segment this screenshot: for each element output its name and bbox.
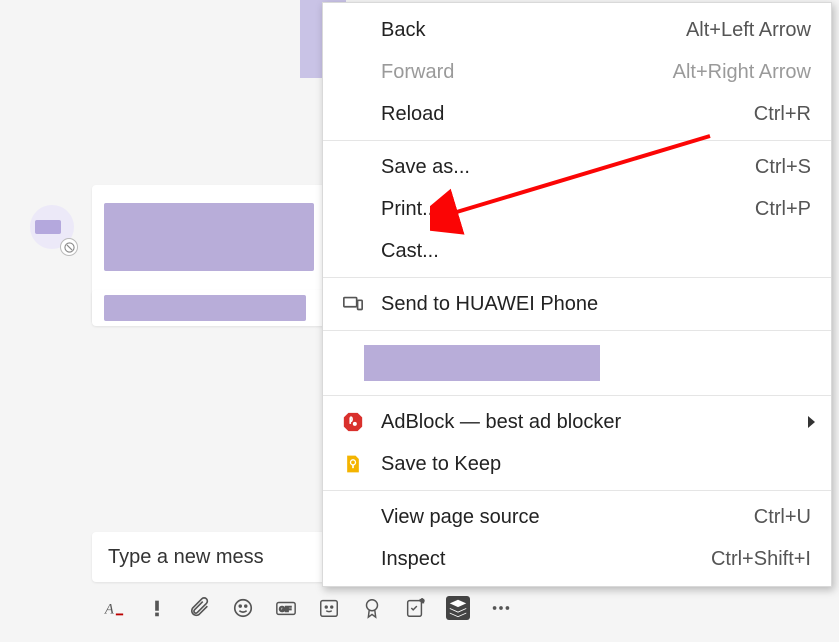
message-card[interactable] [92, 290, 352, 326]
menu-label: Back [381, 19, 425, 42]
context-menu-save-to-keep[interactable]: Save to Keep [323, 443, 831, 485]
svg-text:+: + [420, 597, 424, 605]
menu-shortcut: Alt+Left Arrow [686, 19, 811, 42]
menu-label: Reload [381, 103, 444, 126]
context-menu-save-as[interactable]: Save as... Ctrl+S [323, 146, 831, 188]
redacted-text [364, 345, 600, 381]
presence-badge [60, 238, 78, 256]
menu-label: Cast... [381, 240, 439, 263]
menu-shortcut: Ctrl+U [754, 506, 811, 529]
menu-label: Forward [381, 61, 454, 84]
compose-toolbar: A GIF + [102, 596, 513, 620]
menu-shortcut: Alt+Right Arrow [673, 61, 811, 84]
devices-icon [341, 292, 365, 316]
task-icon[interactable]: + [403, 596, 427, 620]
context-menu-print[interactable]: Print... Ctrl+P [323, 188, 831, 230]
priority-icon[interactable] [145, 596, 169, 620]
compose-box[interactable]: Type a new mess [92, 532, 352, 582]
menu-separator [323, 490, 831, 491]
menu-shortcut: Ctrl+Shift+I [711, 548, 811, 571]
award-icon[interactable] [360, 596, 384, 620]
menu-shortcut: Ctrl+P [755, 198, 811, 221]
menu-separator [323, 140, 831, 141]
menu-separator [323, 395, 831, 396]
menu-shortcut: Ctrl+S [755, 156, 811, 179]
menu-label: Send to HUAWEI Phone [381, 293, 598, 316]
emoji-icon[interactable] [231, 596, 255, 620]
menu-shortcut: Ctrl+R [754, 103, 811, 126]
svg-text:GIF: GIF [279, 605, 292, 614]
menu-separator [323, 330, 831, 331]
context-menu-forward: Forward Alt+Right Arrow [323, 51, 831, 93]
svg-text:A: A [104, 602, 114, 618]
context-menu-reload[interactable]: Reload Ctrl+R [323, 93, 831, 135]
context-menu-send-to-phone[interactable]: Send to HUAWEI Phone [323, 283, 831, 325]
context-menu-cast[interactable]: Cast... [323, 230, 831, 272]
stack-icon[interactable] [446, 596, 470, 620]
adblock-icon [341, 410, 365, 434]
menu-label: View page source [381, 506, 540, 529]
sticker-icon[interactable] [317, 596, 341, 620]
context-menu: Back Alt+Left Arrow Forward Alt+Right Ar… [322, 2, 832, 587]
context-menu-adblock[interactable]: AdBlock — best ad blocker [323, 401, 831, 443]
format-icon[interactable]: A [102, 596, 126, 620]
menu-label: Save as... [381, 156, 470, 179]
context-menu-view-source[interactable]: View page source Ctrl+U [323, 496, 831, 538]
redacted-text [104, 295, 306, 321]
attach-icon[interactable] [188, 596, 212, 620]
menu-label: Inspect [381, 548, 445, 571]
more-icon[interactable] [489, 596, 513, 620]
menu-label: AdBlock — best ad blocker [381, 411, 621, 434]
avatar-redaction [35, 220, 61, 234]
compose-placeholder: Type a new mess [108, 546, 264, 568]
menu-separator [323, 277, 831, 278]
context-menu-redacted[interactable] [323, 336, 831, 390]
context-menu-back[interactable]: Back Alt+Left Arrow [323, 9, 831, 51]
redacted-text [104, 203, 314, 271]
menu-label: Save to Keep [381, 453, 501, 476]
menu-label: Print... [381, 198, 439, 221]
context-menu-inspect[interactable]: Inspect Ctrl+Shift+I [323, 538, 831, 580]
keep-icon [341, 452, 365, 476]
gif-icon[interactable]: GIF [274, 596, 298, 620]
